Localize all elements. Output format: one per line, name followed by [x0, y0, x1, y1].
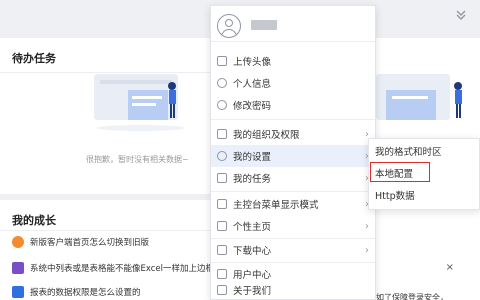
task-icon [217, 173, 227, 183]
menu-item-personal-homepage[interactable]: 个性主页 › [211, 215, 375, 237]
user-info-icon [217, 78, 227, 88]
divider [0, 230, 212, 231]
growth-item-text: 新版客户端首页怎么切换到旧版 [30, 238, 150, 248]
notice-card: × 如了保障登录安全， [376, 200, 480, 300]
chevron-right-icon: › [365, 220, 369, 232]
menu-item-label: 上传头像 [233, 57, 272, 68]
growth-item[interactable]: 报表的数据权限是怎么设置的 [12, 284, 141, 300]
menu-item-label: 我的设置 [233, 152, 272, 163]
empty-illustration [94, 74, 185, 131]
close-icon[interactable]: × [446, 262, 454, 273]
org-icon [217, 129, 227, 139]
list-icon [12, 262, 24, 274]
todo-card: 待办任务 很抱歉，暂时没有相关数据~ [0, 38, 212, 194]
chat-icon [12, 236, 24, 248]
menu-item-my-tasks[interactable]: 我的任务 › [211, 167, 375, 189]
menu-item-about-us[interactable]: 关于我们 [211, 279, 375, 300]
empty-message: 很抱歉，暂时没有相关数据~ [86, 155, 189, 164]
settings-icon [217, 151, 227, 161]
menu-divider [211, 191, 375, 192]
menu-item-label: 下载中心 [233, 246, 272, 257]
notice-text: 如了保障登录安全， [376, 293, 448, 300]
growth-item-text: 报表的数据权限是怎么设置的 [30, 288, 141, 298]
menu-item-my-settings[interactable]: 我的设置 › [211, 145, 375, 167]
menu-item-label: 我的组织及权限 [233, 130, 300, 141]
menu-item-download-center[interactable]: 下载中心 › [211, 239, 375, 261]
growth-title: 我的成长 [12, 214, 56, 227]
user-dropdown-menu: 上传头像 个人信息 修改密码 我的组织及权限 › 我的设置 › 我的任务 › 主… [210, 5, 376, 300]
username-redacted [251, 20, 277, 30]
menu-item-console-menu-mode[interactable]: 主控台菜单显示模式 › [211, 193, 375, 215]
menu-item-upload-avatar[interactable]: 上传头像 [211, 50, 375, 72]
menu-item-label: 个人信息 [233, 79, 272, 90]
menu-header [211, 6, 375, 42]
menu-item-org-permissions[interactable]: 我的组织及权限 › [211, 123, 375, 145]
avatar[interactable] [217, 14, 241, 38]
growth-item[interactable]: 系统中列表或是表格能不能像Excel一样加上边框 [12, 260, 214, 276]
growth-item[interactable]: 新版客户端首页怎么切换到旧版 [12, 234, 149, 250]
menu-item-label: 我的任务 [233, 174, 272, 185]
upload-avatar-icon [217, 56, 227, 66]
download-icon [217, 245, 227, 255]
user-center-icon [217, 269, 227, 279]
todo-title: 待办任务 [12, 52, 56, 65]
console-icon [217, 199, 227, 209]
submenu-item-format-timezone[interactable]: 我的格式和时区 [369, 141, 479, 161]
highlight-annotation [370, 162, 430, 182]
menu-item-change-password[interactable]: 修改密码 [211, 94, 375, 116]
menu-item-label: 关于我们 [233, 286, 272, 297]
empty-illustration [376, 74, 462, 120]
double-chevron-down-icon[interactable] [454, 8, 468, 22]
password-icon [217, 100, 227, 110]
menu-item-label: 修改密码 [233, 101, 272, 112]
menu-item-label: 主控台菜单显示模式 [233, 200, 319, 211]
chevron-right-icon: › [365, 244, 369, 256]
growth-card: 我的成长 新版客户端首页怎么切换到旧版 系统中列表或是表格能不能像Excel一样… [0, 200, 214, 300]
menu-divider [211, 119, 375, 120]
homepage-icon [217, 221, 227, 231]
avatar-body [221, 29, 237, 37]
avatar-head [225, 19, 233, 27]
menu-item-label: 个性主页 [233, 222, 272, 233]
submenu-item-http-data[interactable]: Http数据 [369, 185, 479, 205]
monitor-icon [12, 286, 24, 298]
about-icon [217, 285, 227, 295]
menu-item-personal-info[interactable]: 个人信息 [211, 72, 375, 94]
growth-item-text: 系统中列表或是表格能不能像Excel一样加上边框 [30, 264, 215, 274]
